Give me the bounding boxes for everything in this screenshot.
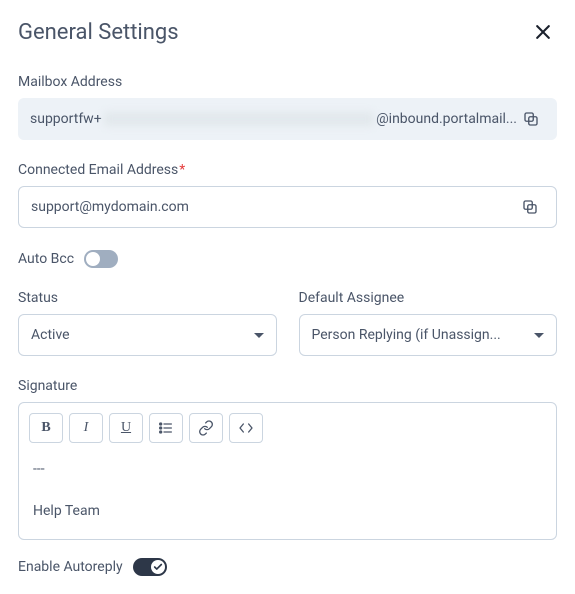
default-assignee-value: Person Replying (if Unassign... bbox=[312, 327, 501, 343]
mailbox-address-field: supportfw+ @inbound.portalmail... bbox=[18, 98, 557, 140]
link-icon bbox=[198, 420, 214, 436]
auto-bcc-toggle[interactable] bbox=[84, 250, 118, 268]
signature-body: Help Team bbox=[33, 503, 542, 519]
signature-divider: --- bbox=[33, 461, 542, 477]
default-assignee-label: Default Assignee bbox=[299, 290, 558, 306]
copy-icon bbox=[521, 198, 539, 216]
underline-icon: U bbox=[121, 420, 131, 436]
signature-editor: B I U --- Help Team bbox=[18, 402, 557, 540]
auto-bcc-label: Auto Bcc bbox=[18, 251, 74, 267]
status-value: Active bbox=[31, 327, 70, 343]
mailbox-address-redacted bbox=[104, 112, 374, 126]
close-button[interactable] bbox=[529, 18, 557, 46]
italic-icon: I bbox=[84, 420, 89, 436]
toggle-knob bbox=[151, 560, 165, 574]
connected-email-field[interactable] bbox=[18, 186, 557, 228]
default-assignee-select[interactable]: Person Replying (if Unassign... bbox=[299, 314, 558, 356]
connected-email-label: Connected Email Address* bbox=[18, 162, 557, 178]
connected-email-input[interactable] bbox=[31, 199, 516, 215]
editor-toolbar: B I U bbox=[19, 403, 556, 449]
required-mark: * bbox=[179, 162, 185, 178]
toggle-knob bbox=[86, 252, 100, 266]
chevron-down-icon bbox=[534, 333, 544, 338]
chevron-down-icon bbox=[254, 333, 264, 338]
status-select[interactable]: Active bbox=[18, 314, 277, 356]
autoreply-label: Enable Autoreply bbox=[18, 559, 123, 575]
page-title: General Settings bbox=[18, 20, 179, 45]
code-icon bbox=[238, 420, 254, 436]
bold-button[interactable]: B bbox=[29, 413, 63, 443]
code-button[interactable] bbox=[229, 413, 263, 443]
mailbox-address-suffix: @inbound.portalmail... bbox=[376, 111, 517, 127]
italic-button[interactable]: I bbox=[69, 413, 103, 443]
autoreply-toggle[interactable] bbox=[133, 558, 167, 576]
signature-textarea[interactable]: --- Help Team bbox=[19, 449, 556, 539]
bold-icon: B bbox=[41, 420, 50, 436]
mailbox-address-prefix: supportfw+ bbox=[30, 111, 102, 127]
copy-connected-email-button[interactable] bbox=[516, 198, 544, 216]
copy-icon bbox=[522, 110, 540, 128]
signature-label: Signature bbox=[18, 378, 557, 394]
list-icon bbox=[158, 420, 174, 436]
underline-button[interactable]: U bbox=[109, 413, 143, 443]
status-label: Status bbox=[18, 290, 277, 306]
mailbox-address-label: Mailbox Address bbox=[18, 74, 557, 90]
copy-mailbox-button[interactable] bbox=[517, 110, 545, 128]
link-button[interactable] bbox=[189, 413, 223, 443]
check-icon bbox=[153, 562, 163, 572]
close-icon bbox=[533, 22, 553, 42]
list-button[interactable] bbox=[149, 413, 183, 443]
